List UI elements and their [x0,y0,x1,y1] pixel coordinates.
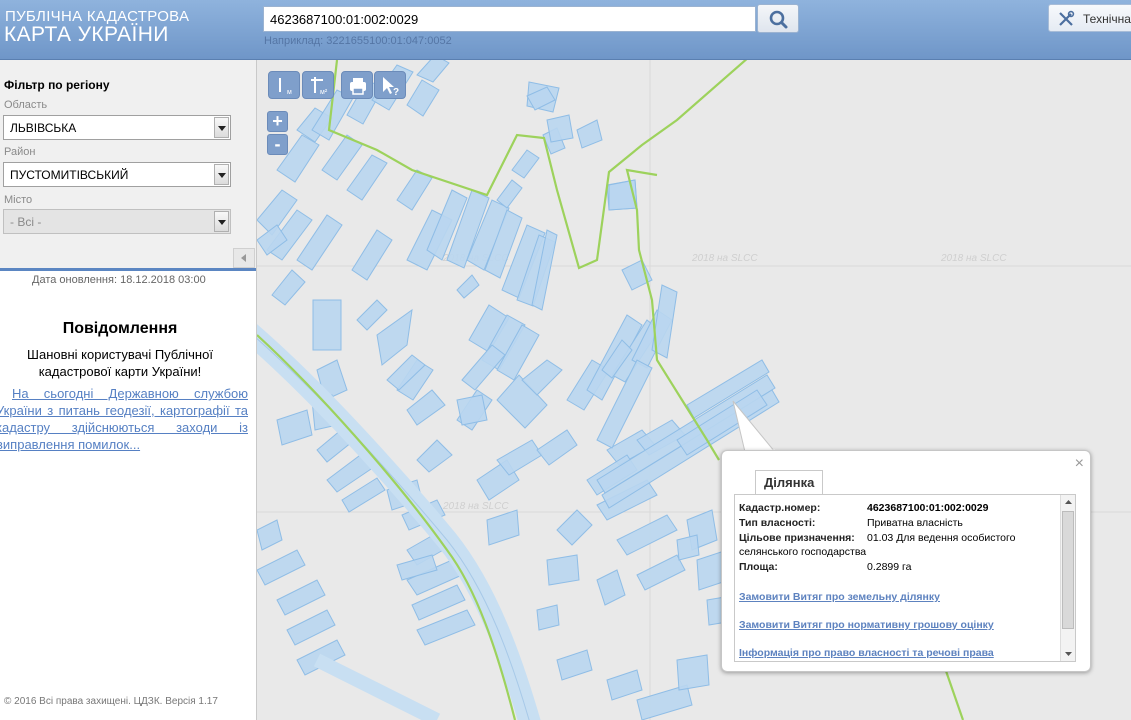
ruler-icon: м [279,78,292,96]
tools-icon [1059,10,1075,26]
info-key: Площа: [739,561,778,573]
update-date: Дата оновлення: 18.12.2018 03:00 [32,274,206,286]
copyright: © 2016 Всі права захищені. ЦДЗК. Версія … [4,696,218,707]
app-window: ПУБЛІЧНА КАДАСТРОВА КАРТА УКРАЇНИ Наприк… [0,0,1131,720]
scroll-down-icon[interactable] [1061,647,1076,661]
district-select[interactable]: ПУСТОМИТІВСЬКИЙ [3,162,231,187]
parcel-layer [257,60,780,720]
parcel-info-popup: × Ділянка Кадастр.номер: 4623687100:01:0… [721,450,1091,672]
popup-scrollbar[interactable] [1060,495,1075,661]
technical-button[interactable]: Технічна [1048,4,1131,32]
popup-content: Кадастр.номер: 4623687100:01:002:0029 Ти… [734,494,1076,662]
header-bar: ПУБЛІЧНА КАДАСТРОВА КАРТА УКРАЇНИ Наприк… [0,0,1131,60]
city-select[interactable]: - Всі - [3,209,231,234]
region-filter-panel: Фільтр по регіону Область ЛЬВІВСЬКА Райо… [0,60,256,270]
info-value: 4623687100:01:002:0029 [867,502,989,514]
map-watermark: 2018 на SLCC [691,253,758,264]
map-watermark: 2018 на SLCC [442,501,509,512]
area-measure-button[interactable]: м² [302,71,334,99]
chevron-down-icon[interactable] [214,211,229,232]
close-icon[interactable]: × [1075,455,1084,473]
identify-button[interactable]: ? [374,71,406,99]
info-key: Цільове призначення: [739,532,855,544]
zoom-in-button[interactable]: + [267,111,288,132]
chevron-down-icon[interactable] [214,117,229,138]
svg-text:?: ? [393,87,399,98]
tab-parcel[interactable]: Ділянка [755,470,824,494]
notice-title: Повідомлення [62,320,178,337]
svg-text:м²: м² [320,89,328,96]
scrollbar-thumb[interactable] [1062,511,1074,629]
notice-text: Шановні користувачі Публічної кадастрово… [27,347,213,379]
city-label: Місто [4,194,33,206]
svg-text:м: м [287,89,292,96]
info-value: 01.03 Для ведення особистого [867,532,1016,544]
order-extract-link[interactable]: Замовити Витяг про земельну ділянку [739,591,940,603]
info-value: Приватна власність [867,517,963,529]
print-button[interactable] [341,71,373,99]
logo-line-2[interactable]: КАРТА УКРАЇНИ [4,23,169,47]
technical-button-label: Технічна [1083,12,1131,26]
identify-cursor-icon: ? [383,77,399,98]
search-button[interactable] [757,4,799,33]
region-label: Область [4,99,48,111]
divider [0,268,256,271]
notice-link[interactable]: На сьогодні Державною службою України з … [0,385,248,453]
city-select-value: - Всі - [10,215,42,229]
district-select-value: ПУСТОМИТІВСЬКИЙ [10,168,129,182]
region-select[interactable]: ЛЬВІВСЬКА [3,115,231,140]
ruler-button[interactable]: м [268,71,300,99]
info-value: 0.2899 га [867,561,912,573]
zoom-out-button[interactable]: - [267,134,288,155]
district-label: Район [4,146,36,158]
filter-title: Фільтр по регіону [4,78,110,92]
scroll-up-icon[interactable] [1061,495,1076,509]
print-icon [350,78,366,95]
info-key: Кадастр.номер: [739,502,821,514]
info-value: селянського господарства [739,546,867,558]
area-measure-icon: м² [311,77,328,96]
cadastral-search-input[interactable] [263,6,756,32]
search-icon [769,10,788,29]
info-key: Тип власності: [739,517,816,529]
search-hint: Наприклад: 3221655100:01:047:0052 [264,35,452,47]
chevron-down-icon[interactable] [214,164,229,185]
region-select-value: ЛЬВІВСЬКА [10,121,77,135]
order-valuation-link[interactable]: Замовити Витяг про нормативну грошову оц… [739,619,994,631]
collapse-sidebar-button[interactable] [233,248,255,268]
sidebar: Фільтр по регіону Область ЛЬВІВСЬКА Райо… [0,60,257,720]
ownership-info-link[interactable]: Інформація про право власності та речові… [739,647,994,659]
map-watermark: 2018 на SLCC [940,253,1007,264]
